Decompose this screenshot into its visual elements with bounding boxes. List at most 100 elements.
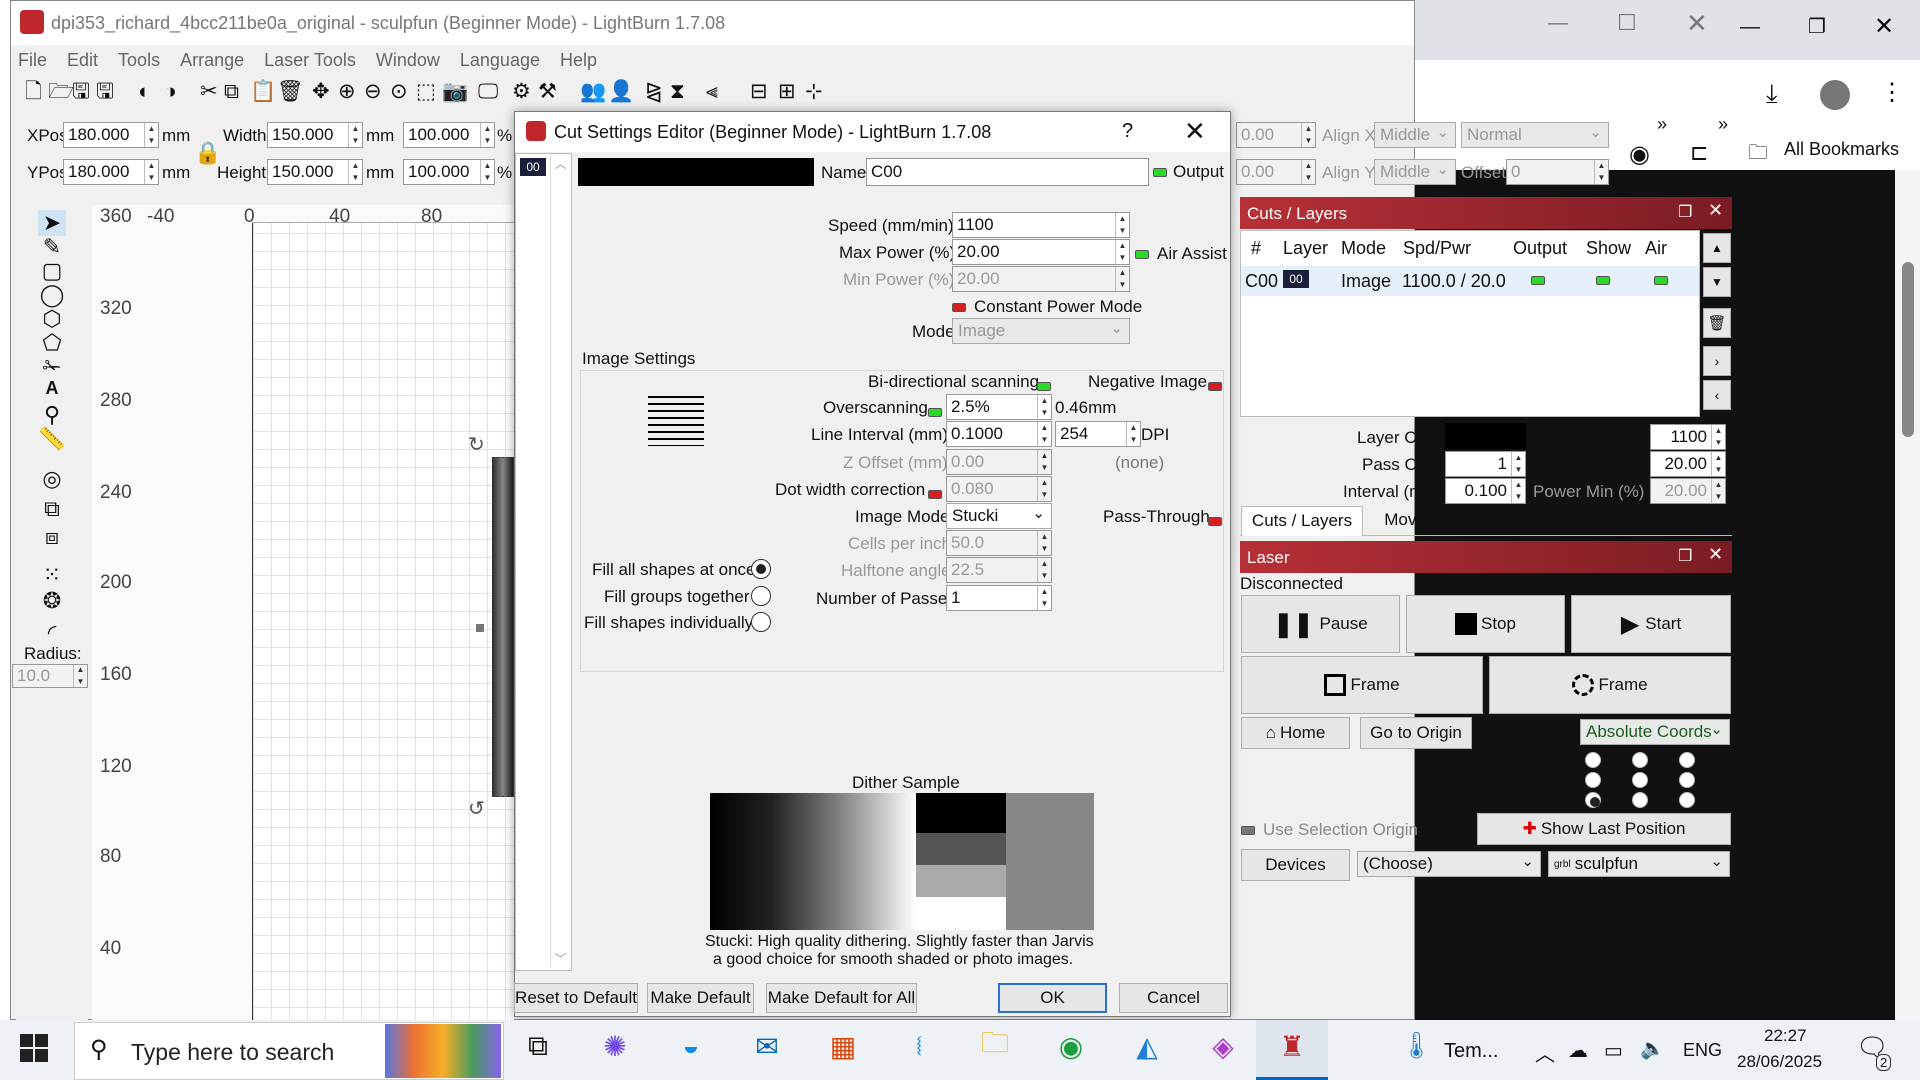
reset-default-button[interactable]: Reset to Default xyxy=(514,983,638,1013)
fill-groups-radio[interactable] xyxy=(751,586,771,606)
job-origin-radio[interactable] xyxy=(1679,752,1695,768)
circular-array-icon[interactable]: ❂ xyxy=(38,588,66,614)
outlook-icon[interactable]: ✉ xyxy=(747,1026,787,1066)
layer-expand-button[interactable]: › xyxy=(1703,346,1731,376)
center-icon[interactable]: ⊹ xyxy=(805,80,823,104)
volume-icon[interactable]: 🔈 xyxy=(1640,1036,1665,1061)
maximize-icon[interactable]: ☐ xyxy=(1617,10,1637,36)
height-field[interactable]: 150.000 ▲ ▼ xyxy=(267,159,363,185)
cells-per-inch-field[interactable]: 50.0 ▲ ▼ xyxy=(946,530,1052,556)
overscan-field[interactable]: 2.5% ▲ ▼ xyxy=(946,394,1052,420)
col-layer[interactable]: Layer xyxy=(1283,238,1328,259)
copilot-icon[interactable]: ✺ xyxy=(595,1026,635,1066)
zoom-in-icon[interactable]: ⊕ xyxy=(338,80,356,104)
menu-language[interactable]: Language xyxy=(460,50,540,71)
store-icon[interactable]: ▦ xyxy=(823,1026,863,1066)
minimize-icon[interactable]: — xyxy=(1548,12,1568,35)
users-icon[interactable]: 👥 xyxy=(580,80,606,104)
zoom-select-icon[interactable]: ⬚ xyxy=(416,80,436,104)
rotate-field-1[interactable]: 0.00 ▲ ▼ xyxy=(1236,122,1316,148)
clock-time[interactable]: 22:27 xyxy=(1764,1026,1807,1046)
align-icon[interactable]: ⫷ xyxy=(706,80,718,104)
device-select[interactable]: grbl sculpfun xyxy=(1548,851,1730,877)
home-button[interactable]: ⌂ Home xyxy=(1241,717,1350,749)
stop-button[interactable]: Stop xyxy=(1406,595,1565,653)
menu-edit[interactable]: Edit xyxy=(67,50,98,71)
canvas-image[interactable] xyxy=(492,457,514,797)
col-num[interactable]: # xyxy=(1251,238,1261,259)
start-button[interactable]: ▶ Start xyxy=(1571,595,1731,653)
edit-nodes-icon[interactable]: ✁ xyxy=(38,354,66,380)
speed-field[interactable]: 1100 ▲ ▼ xyxy=(952,212,1130,238)
battery-icon[interactable]: ▭ xyxy=(1604,1038,1623,1063)
job-origin-radio[interactable] xyxy=(1632,792,1648,808)
new-file-icon[interactable]: 🗋 xyxy=(25,80,42,104)
dot-width-toggle[interactable] xyxy=(928,484,942,504)
rotate-handle-icon[interactable]: ↺ xyxy=(468,796,485,821)
job-origin-radio-selected[interactable] xyxy=(1585,792,1601,808)
rotate-field-2[interactable]: 0.00 ▲ ▼ xyxy=(1236,159,1316,185)
tab-cuts-layers[interactable]: Cuts / Layers xyxy=(1241,506,1363,536)
output-toggle[interactable]: Output xyxy=(1153,162,1224,182)
job-origin-radio[interactable] xyxy=(1632,772,1648,788)
layer-list-scrollbar[interactable]: ︿ ﹀ xyxy=(550,155,570,967)
col-output[interactable]: Output xyxy=(1513,238,1567,259)
browser-minimize-icon[interactable]: — xyxy=(1740,16,1760,39)
move-icon[interactable]: ✥ xyxy=(312,80,330,104)
weld-tool-icon[interactable]: ⧈ xyxy=(38,524,66,550)
undo-icon[interactable]: ◐ xyxy=(138,80,151,104)
measure-tool-icon[interactable]: 📏 xyxy=(38,426,66,452)
vscode-icon[interactable]: ⧙ xyxy=(899,1026,939,1066)
menu-file[interactable]: File xyxy=(18,50,47,71)
offset-tool-icon[interactable]: ◎ xyxy=(38,466,66,492)
col-mode[interactable]: Mode xyxy=(1341,238,1386,259)
layer-chip[interactable]: 00 xyxy=(520,158,546,176)
row-output-led-icon[interactable] xyxy=(1531,276,1545,285)
ypos-field[interactable]: 180.000 ▲ ▼ xyxy=(63,159,159,185)
overscan-toggle[interactable] xyxy=(928,402,942,422)
close-icon[interactable]: ✕ xyxy=(1686,8,1708,39)
polygon-tool-icon[interactable]: ⬡ xyxy=(38,306,66,332)
panel-toggle-icon[interactable]: ⊏ xyxy=(1690,140,1708,166)
z-offset-field[interactable]: 0.00 ▲ ▼ xyxy=(946,449,1052,475)
scale-height-field[interactable]: 100.000 ▲ ▼ xyxy=(403,159,495,185)
bidir-toggle[interactable] xyxy=(1037,376,1051,396)
clock-date[interactable]: 28/06/2025 xyxy=(1737,1052,1822,1072)
weather-text[interactable]: Tem... xyxy=(1444,1040,1498,1063)
port-select[interactable]: (Choose) xyxy=(1357,851,1541,877)
line-interval-field[interactable]: 0.1000 ▲ ▼ xyxy=(946,421,1052,447)
job-origin-grid[interactable] xyxy=(1585,752,1705,810)
laser-close-icon[interactable]: ✕ xyxy=(1708,544,1723,565)
task-view-icon[interactable]: ⧉ xyxy=(518,1026,558,1066)
go-to-origin-button[interactable]: Go to Origin xyxy=(1360,717,1472,749)
cuts-speed-field[interactable]: 1100 ▲ ▼ xyxy=(1650,424,1726,450)
position-tool-icon[interactable]: ⚲ xyxy=(38,402,66,428)
browser-menu-icon[interactable]: ⋮ xyxy=(1880,78,1904,107)
layer-collapse-button[interactable]: ‹ xyxy=(1703,380,1731,410)
devices-button[interactable]: Devices xyxy=(1241,849,1350,881)
dialog-help-button[interactable]: ? xyxy=(1122,120,1133,143)
profile-avatar[interactable] xyxy=(1820,80,1850,110)
job-origin-radio[interactable] xyxy=(1679,792,1695,808)
onedrive-icon[interactable]: ☁ xyxy=(1568,1038,1588,1063)
select-tool-icon[interactable]: ➤ xyxy=(38,210,66,236)
menu-window[interactable]: Window xyxy=(376,50,440,71)
pass-count-field[interactable]: 1 ▲ ▼ xyxy=(1445,451,1526,477)
menu-tools[interactable]: Tools xyxy=(118,50,160,71)
pause-button[interactable]: ❚❚ Pause xyxy=(1241,595,1400,653)
constant-power-toggle[interactable]: Constant Power Mode xyxy=(952,297,1142,317)
pen-tool-icon[interactable]: ✎ xyxy=(38,234,66,260)
monitor-icon[interactable]: 🖵 xyxy=(478,80,498,104)
text-tool-icon[interactable]: A xyxy=(38,378,66,399)
layer-up-button[interactable]: ▲ xyxy=(1703,233,1731,263)
zoom-fit-icon[interactable]: ⊙ xyxy=(390,80,408,104)
paste-icon[interactable]: 📋 xyxy=(250,80,276,104)
job-origin-radio[interactable] xyxy=(1632,752,1648,768)
make-default-all-button[interactable]: Make Default for All xyxy=(766,983,917,1013)
align-x-select[interactable]: Middle xyxy=(1374,122,1456,148)
col-spdpwr[interactable]: Spd/Pwr xyxy=(1403,238,1471,259)
windows-start-icon[interactable] xyxy=(20,1034,48,1062)
job-origin-radio[interactable] xyxy=(1679,772,1695,788)
start-from-select[interactable]: Absolute Coords xyxy=(1580,719,1730,745)
file-explorer-icon[interactable]: 🗀 xyxy=(975,1026,1015,1066)
